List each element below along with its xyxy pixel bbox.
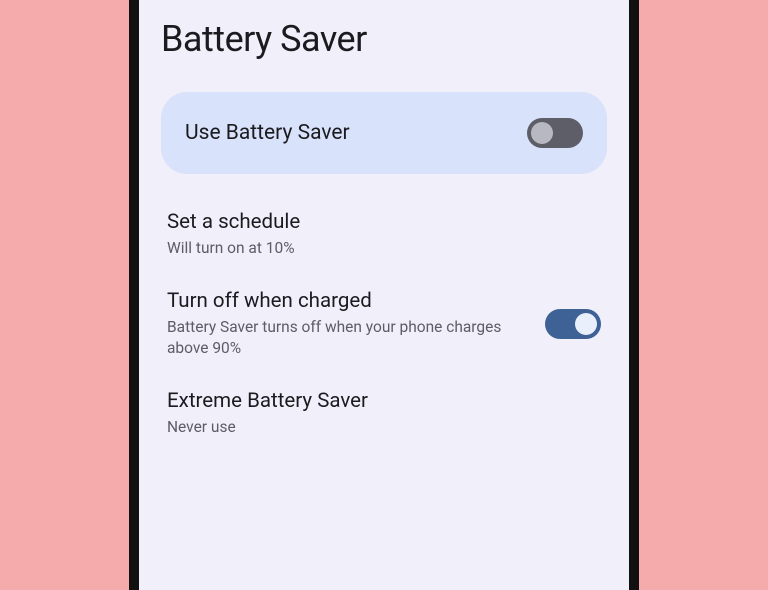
set-schedule-title: Set a schedule <box>167 210 601 234</box>
turn-off-when-charged-row[interactable]: Turn off when charged Battery Saver turn… <box>161 289 607 389</box>
extreme-battery-saver-title: Extreme Battery Saver <box>167 389 601 413</box>
row-text: Turn off when charged Battery Saver turn… <box>167 289 525 359</box>
phone-frame: Battery Saver Use Battery Saver Set a sc… <box>129 0 639 590</box>
turn-off-when-charged-title: Turn off when charged <box>167 289 525 313</box>
extreme-battery-saver-subtitle: Never use <box>167 417 601 438</box>
turn-off-when-charged-toggle[interactable] <box>545 309 601 339</box>
set-schedule-row[interactable]: Set a schedule Will turn on at 10% <box>161 210 607 289</box>
row-text: Extreme Battery Saver Never use <box>167 389 601 438</box>
settings-screen: Battery Saver Use Battery Saver Set a sc… <box>139 0 629 590</box>
use-battery-saver-label: Use Battery Saver <box>185 121 350 145</box>
turn-off-when-charged-subtitle: Battery Saver turns off when your phone … <box>167 317 525 359</box>
set-schedule-subtitle: Will turn on at 10% <box>167 238 601 259</box>
extreme-battery-saver-row[interactable]: Extreme Battery Saver Never use <box>161 389 607 468</box>
page-title: Battery Saver <box>161 18 607 60</box>
toggle-knob <box>531 122 553 144</box>
toggle-knob <box>575 313 597 335</box>
use-battery-saver-toggle[interactable] <box>527 118 583 148</box>
row-text: Set a schedule Will turn on at 10% <box>167 210 601 259</box>
use-battery-saver-row[interactable]: Use Battery Saver <box>161 92 607 174</box>
